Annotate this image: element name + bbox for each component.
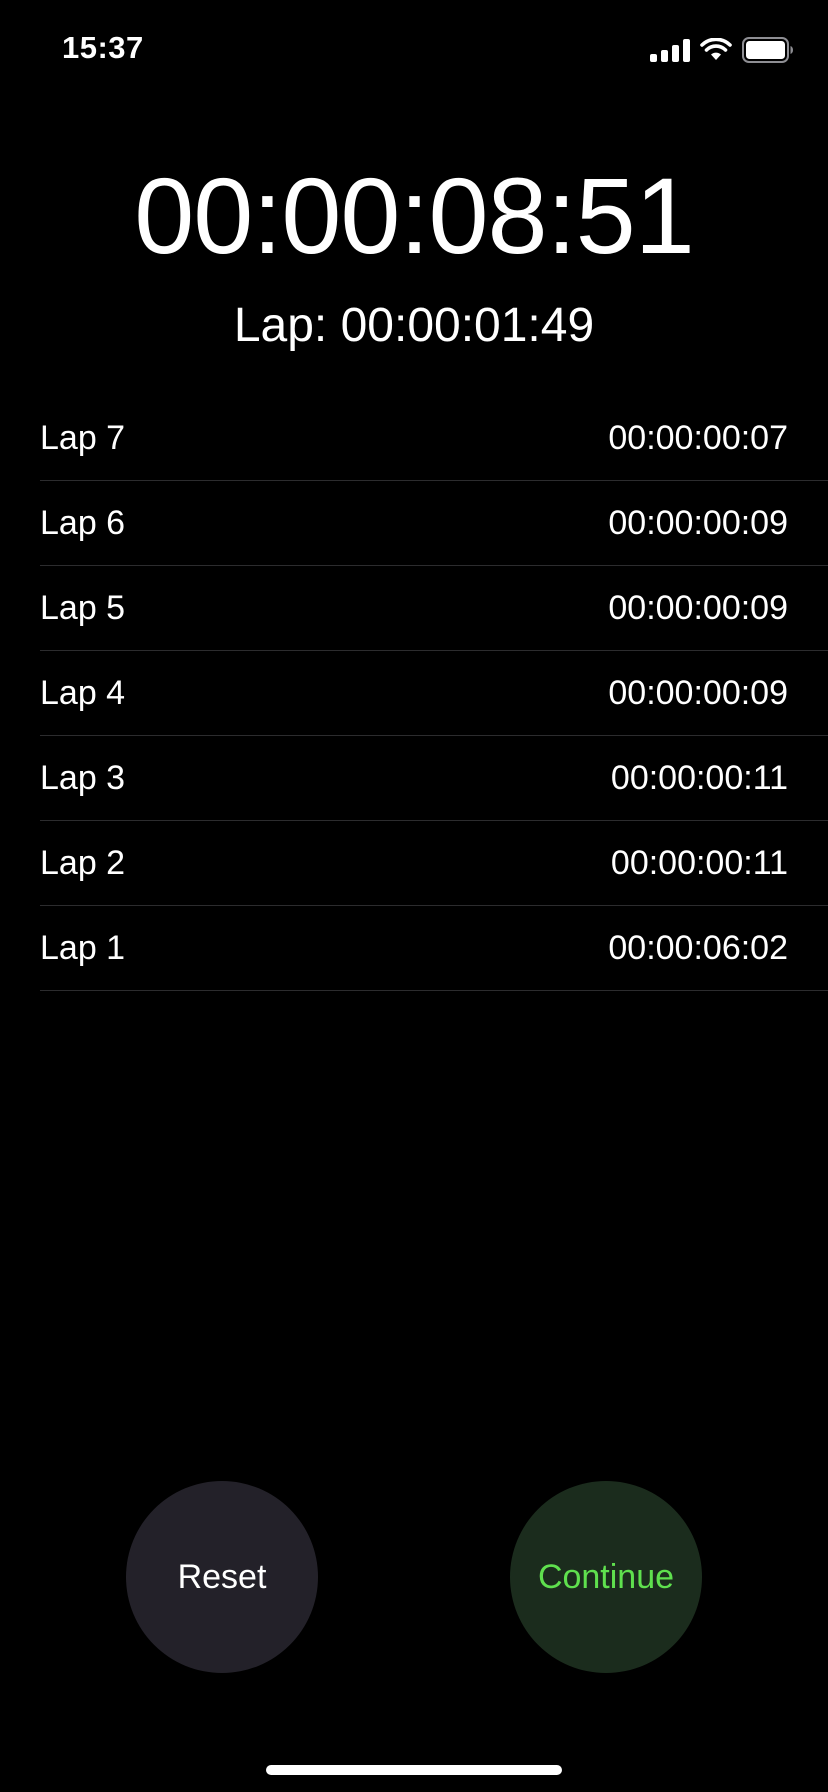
lap-row: Lap 1 00:00:06:02: [40, 906, 828, 991]
lap-time-value: 00:00:00:11: [610, 759, 788, 797]
lap-time-value: 00:00:00:09: [608, 589, 788, 627]
lap-time-value: 00:00:00:09: [608, 674, 788, 712]
lap-time-value: 00:00:00:09: [608, 504, 788, 542]
reset-button[interactable]: Reset: [126, 1481, 318, 1673]
lap-time-value: 00:00:00:11: [610, 844, 788, 882]
lap-label: Lap 1: [40, 929, 126, 967]
lap-time-value: 00:00:06:02: [608, 929, 788, 967]
lap-row: Lap 5 00:00:00:09: [40, 566, 828, 651]
lap-label: Lap 3: [40, 759, 126, 797]
lap-time-value: 00:00:00:07: [608, 419, 788, 457]
lap-row: Lap 4 00:00:00:09: [40, 651, 828, 736]
lap-label: Lap 2: [40, 844, 126, 882]
reset-button-label: Reset: [177, 1557, 267, 1596]
lap-row: Lap 2 00:00:00:11: [40, 821, 828, 906]
lap-row: Lap 3 00:00:00:11: [40, 736, 828, 821]
lap-list: Lap 7 00:00:00:07 Lap 6 00:00:00:09 Lap …: [40, 396, 828, 991]
lap-label: Lap 4: [40, 674, 126, 712]
cellular-signal-icon: [650, 38, 690, 62]
wifi-icon: [700, 38, 732, 62]
lap-label: Lap 6: [40, 504, 126, 542]
status-time: 15:37: [62, 30, 144, 65]
status-bar: 15:37: [0, 0, 828, 100]
elapsed-time-display: 00:00:08:51: [134, 155, 695, 276]
current-lap-time: Lap: 00:00:01:49: [233, 299, 595, 352]
continue-button[interactable]: Continue: [510, 1481, 702, 1673]
status-icons: [650, 36, 794, 64]
lap-label: Lap 7: [40, 419, 126, 457]
lap-row: Lap 7 00:00:00:07: [40, 396, 828, 481]
home-indicator[interactable]: [266, 1765, 562, 1775]
battery-icon: [742, 37, 794, 63]
lap-label: Lap 5: [40, 589, 126, 627]
continue-button-label: Continue: [537, 1557, 675, 1596]
lap-row: Lap 6 00:00:00:09: [40, 481, 828, 566]
